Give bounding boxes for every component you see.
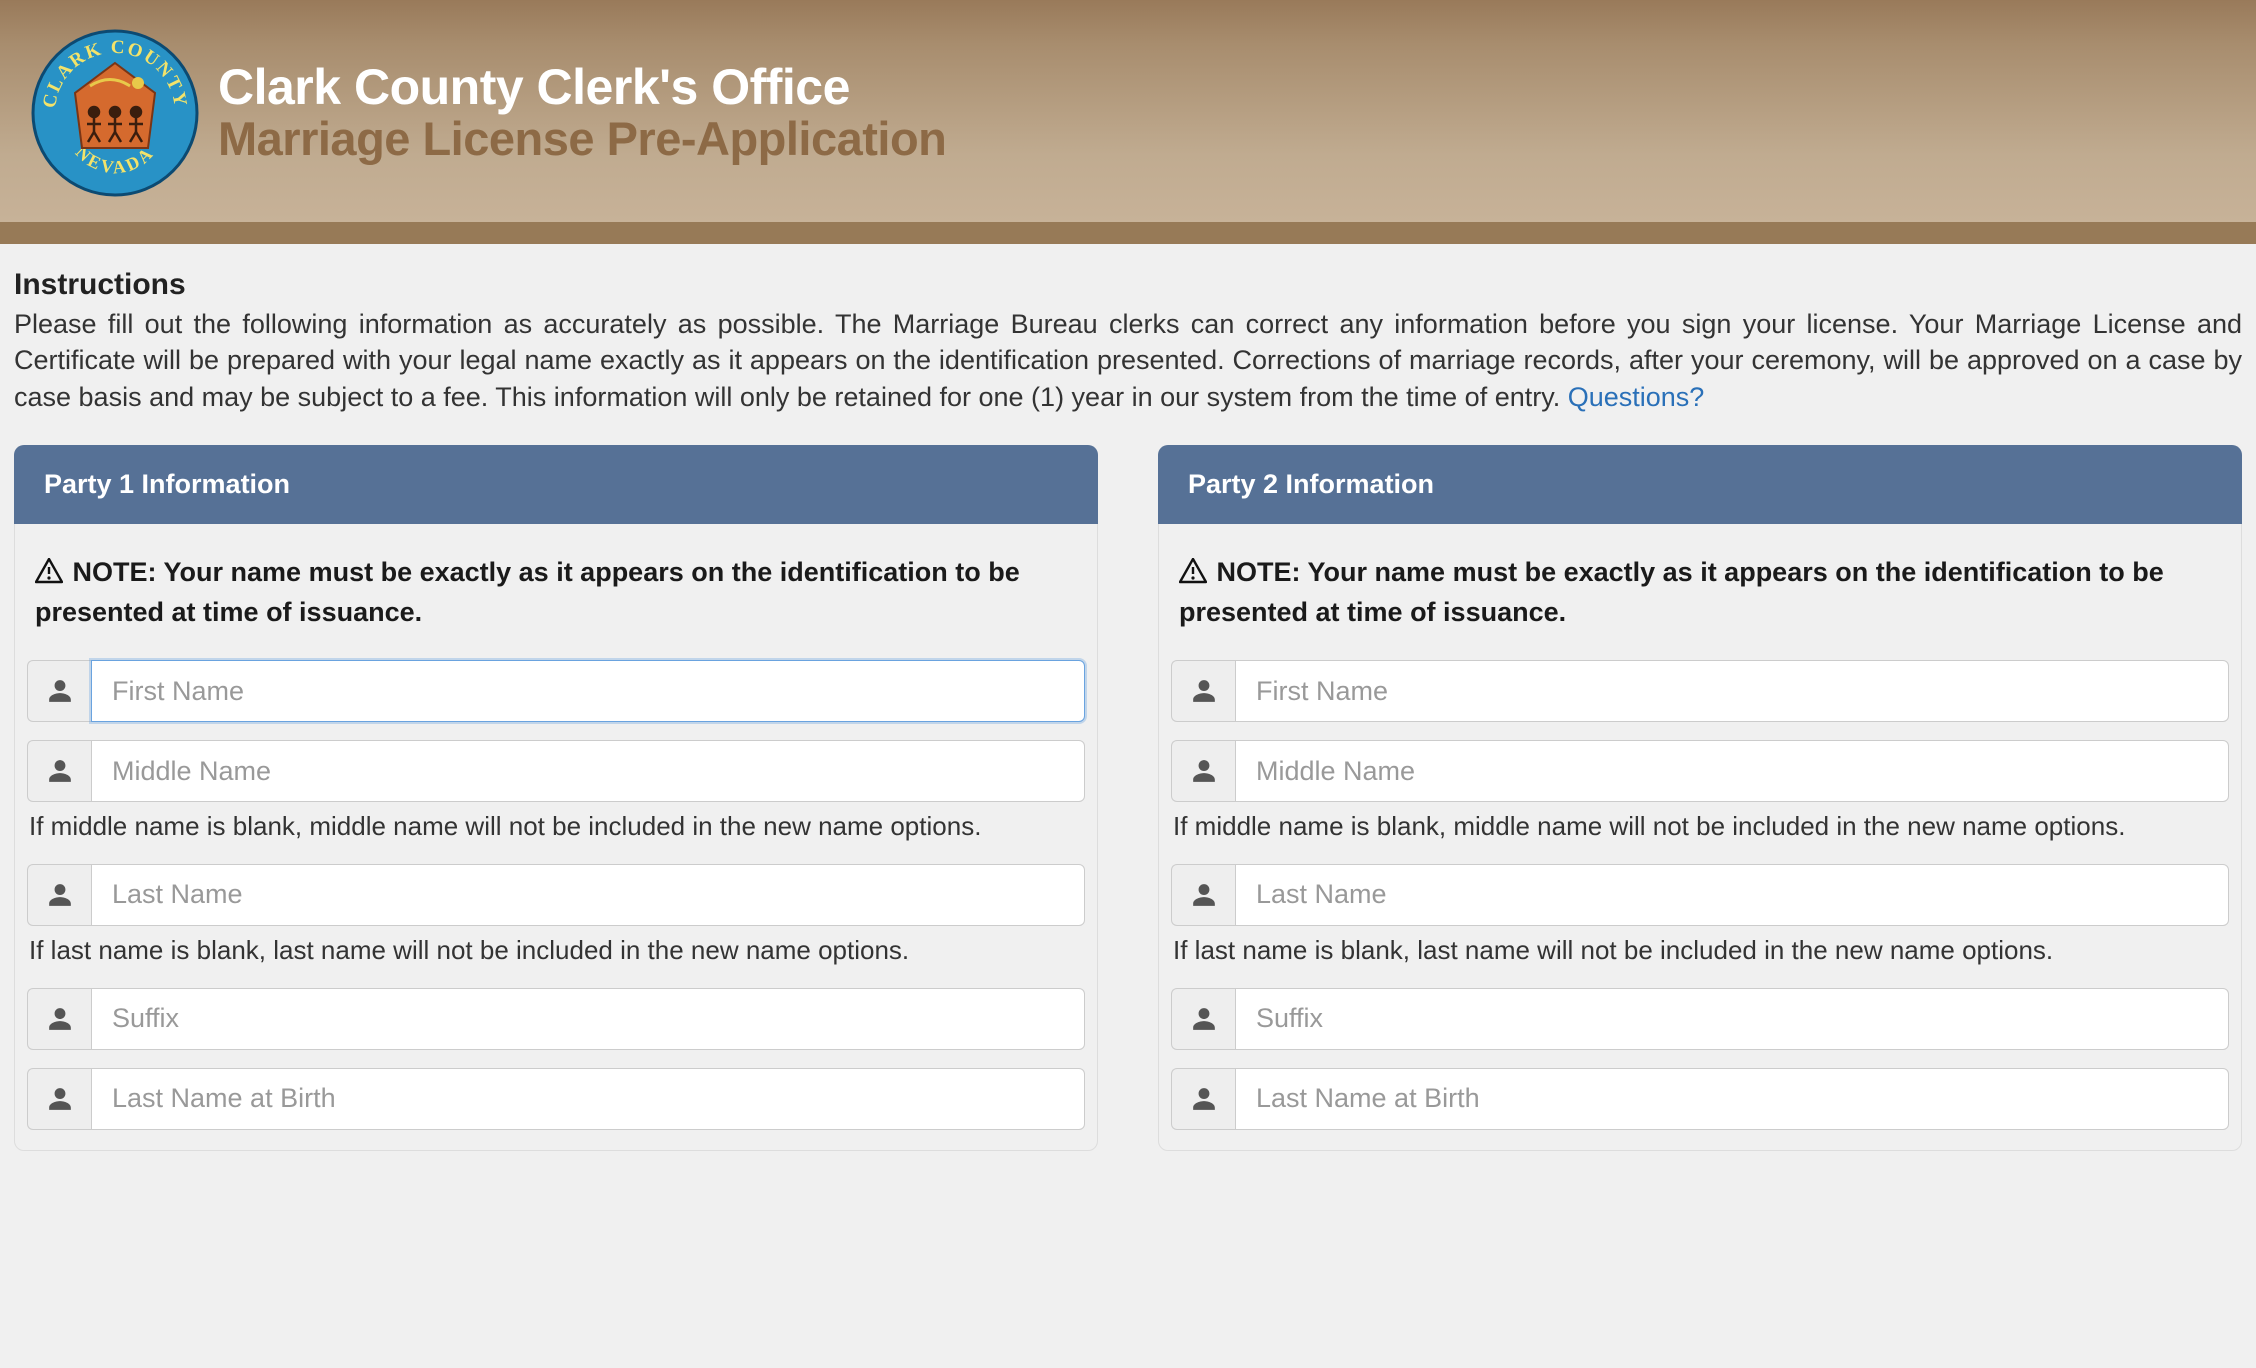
questions-link[interactable]: Questions? bbox=[1568, 382, 1705, 412]
page-title: Clark County Clerk's Office bbox=[218, 61, 946, 114]
party2-middle-name-group bbox=[1171, 740, 2229, 802]
warning-icon bbox=[35, 557, 63, 593]
person-icon bbox=[27, 740, 91, 802]
party2-note: NOTE: Your name must be exactly as it ap… bbox=[1171, 554, 2229, 630]
party1-note: NOTE: Your name must be exactly as it ap… bbox=[27, 554, 1085, 630]
party2-note-label: NOTE: bbox=[1217, 557, 1301, 587]
header-accent-strip bbox=[0, 222, 2256, 244]
party2-note-body: Your name must be exactly as it appears … bbox=[1179, 557, 2164, 626]
instructions-text: Please fill out the following informatio… bbox=[14, 306, 2242, 415]
person-icon bbox=[27, 660, 91, 722]
party1-middle-name-group bbox=[27, 740, 1085, 802]
party2-first-name-input[interactable] bbox=[1235, 660, 2229, 722]
instructions-heading: Instructions bbox=[14, 268, 2242, 302]
party2-first-name-group bbox=[1171, 660, 2229, 722]
party1-middle-name-input[interactable] bbox=[91, 740, 1085, 802]
party2-panel: Party 2 Information NOTE: Your name must… bbox=[1158, 445, 2242, 1150]
party2-last-help: If last name is blank, last name will no… bbox=[1173, 934, 2229, 968]
main-content: Instructions Please fill out the followi… bbox=[0, 244, 2256, 1161]
person-icon bbox=[1171, 1068, 1235, 1130]
party1-last-name-birth-input[interactable] bbox=[91, 1068, 1085, 1130]
party1-note-body: Your name must be exactly as it appears … bbox=[35, 557, 1020, 626]
person-icon bbox=[27, 1068, 91, 1130]
party1-last-name-birth-group bbox=[27, 1068, 1085, 1130]
party1-body: NOTE: Your name must be exactly as it ap… bbox=[15, 524, 1097, 1149]
party2-suffix-input[interactable] bbox=[1235, 988, 2229, 1050]
instructions-body: Please fill out the following informatio… bbox=[14, 309, 2242, 412]
party1-suffix-input[interactable] bbox=[91, 988, 1085, 1050]
party2-middle-name-input[interactable] bbox=[1235, 740, 2229, 802]
page-subtitle: Marriage License Pre-Application bbox=[218, 113, 946, 165]
party1-suffix-group bbox=[27, 988, 1085, 1050]
party1-last-name-input[interactable] bbox=[91, 864, 1085, 926]
party1-first-name-input[interactable] bbox=[91, 660, 1085, 722]
header-titles: Clark County Clerk's Office Marriage Lic… bbox=[218, 61, 946, 165]
county-seal-icon: CLARK COUNTY NEVADA bbox=[30, 28, 200, 198]
party2-last-name-input[interactable] bbox=[1235, 864, 2229, 926]
party2-last-name-group bbox=[1171, 864, 2229, 926]
person-icon bbox=[1171, 660, 1235, 722]
party2-suffix-group bbox=[1171, 988, 2229, 1050]
person-icon bbox=[1171, 864, 1235, 926]
person-icon bbox=[1171, 988, 1235, 1050]
instructions-block: Instructions Please fill out the followi… bbox=[14, 268, 2242, 415]
person-icon bbox=[27, 988, 91, 1050]
party1-last-help: If last name is blank, last name will no… bbox=[29, 934, 1085, 968]
party1-panel: Party 1 Information NOTE: Your name must… bbox=[14, 445, 1098, 1150]
party2-last-name-birth-group bbox=[1171, 1068, 2229, 1130]
person-icon bbox=[1171, 740, 1235, 802]
panels-row: Party 1 Information NOTE: Your name must… bbox=[14, 415, 2242, 1150]
party1-header: Party 1 Information bbox=[14, 445, 1098, 524]
warning-icon bbox=[1179, 557, 1207, 593]
party2-header: Party 2 Information bbox=[1158, 445, 2242, 524]
party2-last-name-birth-input[interactable] bbox=[1235, 1068, 2229, 1130]
party2-body: NOTE: Your name must be exactly as it ap… bbox=[1159, 524, 2241, 1149]
party2-middle-help: If middle name is blank, middle name wil… bbox=[1173, 810, 2229, 844]
party1-middle-help: If middle name is blank, middle name wil… bbox=[29, 810, 1085, 844]
person-icon bbox=[27, 864, 91, 926]
page-header: CLARK COUNTY NEVADA bbox=[0, 0, 2256, 222]
party1-note-label: NOTE: bbox=[73, 557, 157, 587]
party1-first-name-group bbox=[27, 660, 1085, 722]
party1-last-name-group bbox=[27, 864, 1085, 926]
